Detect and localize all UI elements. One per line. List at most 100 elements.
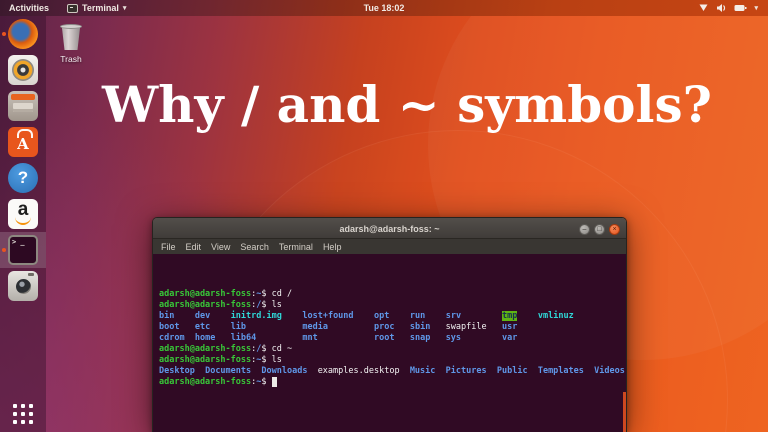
terminal-text: snap xyxy=(409,333,431,343)
terminal-text: opt xyxy=(374,311,390,321)
dock-item-screenshot[interactable] xyxy=(0,268,46,304)
terminal-text: dev xyxy=(194,311,211,321)
terminal-window: adarsh@adarsh-foss: ~ – □ × File Edit View Se… xyxy=(152,217,627,432)
top-bar: Activities Terminal ▾ Tue 18:02 ▾ xyxy=(0,0,768,16)
dock xyxy=(0,16,46,432)
terminal-line: adarsh@adarsh-foss:/$ ls xyxy=(159,300,626,311)
close-button[interactable]: × xyxy=(609,224,620,235)
terminal-text: bin xyxy=(159,311,175,321)
terminal-text: $ ls xyxy=(261,300,282,310)
menu-view[interactable]: View xyxy=(206,242,235,252)
terminal-line: adarsh@adarsh-foss:~$ ls xyxy=(159,355,626,366)
activities-button[interactable]: Activities xyxy=(0,0,58,16)
terminal-text: $ xyxy=(261,377,272,387)
terminal-text: Pictures xyxy=(445,366,487,376)
terminal-text: $ cd ~ xyxy=(261,344,293,354)
dock-item-terminal[interactable] xyxy=(0,232,46,268)
terminal-text: cdrom xyxy=(159,333,185,343)
menu-search[interactable]: Search xyxy=(235,242,274,252)
terminal-text: lib64 xyxy=(230,333,257,343)
help-icon xyxy=(8,163,38,193)
dock-item-rhythmbox[interactable] xyxy=(0,52,46,88)
app-menu[interactable]: Terminal ▾ xyxy=(58,0,135,16)
dock-item-amazon[interactable] xyxy=(0,196,46,232)
terminal-text: vmlinuz xyxy=(537,311,574,321)
system-tray: ▾ xyxy=(688,0,768,16)
rhythmbox-icon xyxy=(8,55,38,85)
terminal-titlebar[interactable]: adarsh@adarsh-foss: ~ – □ × xyxy=(153,218,626,239)
firefox-icon xyxy=(8,19,38,49)
app-menu-label: Terminal xyxy=(82,3,119,13)
menu-file[interactable]: File xyxy=(156,242,181,252)
terminal-text: sys xyxy=(445,333,462,343)
terminal-line: adarsh@adarsh-foss:~$ cd / xyxy=(159,289,626,300)
terminal-line: bin dev initrd.img lost+found opt run sr… xyxy=(159,311,626,322)
terminal-text: Videos xyxy=(594,366,625,376)
terminal-text: proc xyxy=(374,322,395,332)
clock[interactable]: Tue 18:02 xyxy=(364,0,405,16)
dock-items xyxy=(0,16,46,304)
minimize-button[interactable]: – xyxy=(579,224,590,235)
terminal-text: var xyxy=(502,333,518,343)
terminal-line: boot etc lib media proc sbin swapfile us… xyxy=(159,322,626,333)
terminal-text: boot xyxy=(159,322,180,332)
terminal-line: adarsh@adarsh-foss:/$ cd ~ xyxy=(159,344,626,355)
trash-icon xyxy=(59,24,83,52)
terminal-text: examples.desktop xyxy=(307,366,410,376)
dock-item-help[interactable] xyxy=(0,160,46,196)
volume-icon[interactable] xyxy=(716,3,727,13)
dock-item-firefox[interactable] xyxy=(0,16,46,52)
top-bar-left: Activities Terminal ▾ xyxy=(0,0,135,16)
caret-down-icon[interactable]: ▾ xyxy=(754,4,758,12)
amazon-icon xyxy=(8,199,38,229)
terminal-text: adarsh@adarsh-foss xyxy=(159,289,252,299)
ubuntu-software-icon xyxy=(8,127,38,157)
terminal-line: Desktop Documents Downloads examples.des… xyxy=(159,366,626,377)
menu-terminal[interactable]: Terminal xyxy=(274,242,318,252)
terminal-scrollbar[interactable] xyxy=(623,392,626,432)
network-icon[interactable] xyxy=(698,3,709,13)
dock-item-ubuntu-software[interactable] xyxy=(0,124,46,160)
terminal-menubar: File Edit View Search Terminal Help xyxy=(153,239,626,254)
terminal-text: Downloads xyxy=(261,366,308,376)
terminal-text: Documents xyxy=(205,366,252,376)
terminal-line: adarsh@adarsh-foss:~$ xyxy=(159,377,626,388)
terminal-text: initrd.img xyxy=(230,311,282,321)
dock-item-files[interactable] xyxy=(0,88,46,124)
trash-desktop-icon[interactable]: Trash xyxy=(52,24,90,64)
maximize-button[interactable]: □ xyxy=(594,224,605,235)
menu-edit[interactable]: Edit xyxy=(181,242,207,252)
menu-help[interactable]: Help xyxy=(318,242,347,252)
terminal-text: adarsh@adarsh-foss xyxy=(159,377,252,387)
terminal-output[interactable]: adarsh@adarsh-foss:~$ cd / adarsh@adarsh-… xyxy=(153,254,626,432)
terminal-text: srv xyxy=(445,311,462,321)
show-applications-button[interactable] xyxy=(13,404,33,424)
terminal-text: home xyxy=(194,333,216,343)
caret-down-icon: ▾ xyxy=(122,5,127,12)
terminal-text: etc xyxy=(194,322,211,332)
terminal-text: adarsh@adarsh-foss xyxy=(159,344,252,354)
files-icon xyxy=(8,91,38,121)
terminal-text: Desktop xyxy=(159,366,195,376)
terminal-text: mnt xyxy=(302,333,318,343)
battery-icon[interactable] xyxy=(734,3,747,13)
